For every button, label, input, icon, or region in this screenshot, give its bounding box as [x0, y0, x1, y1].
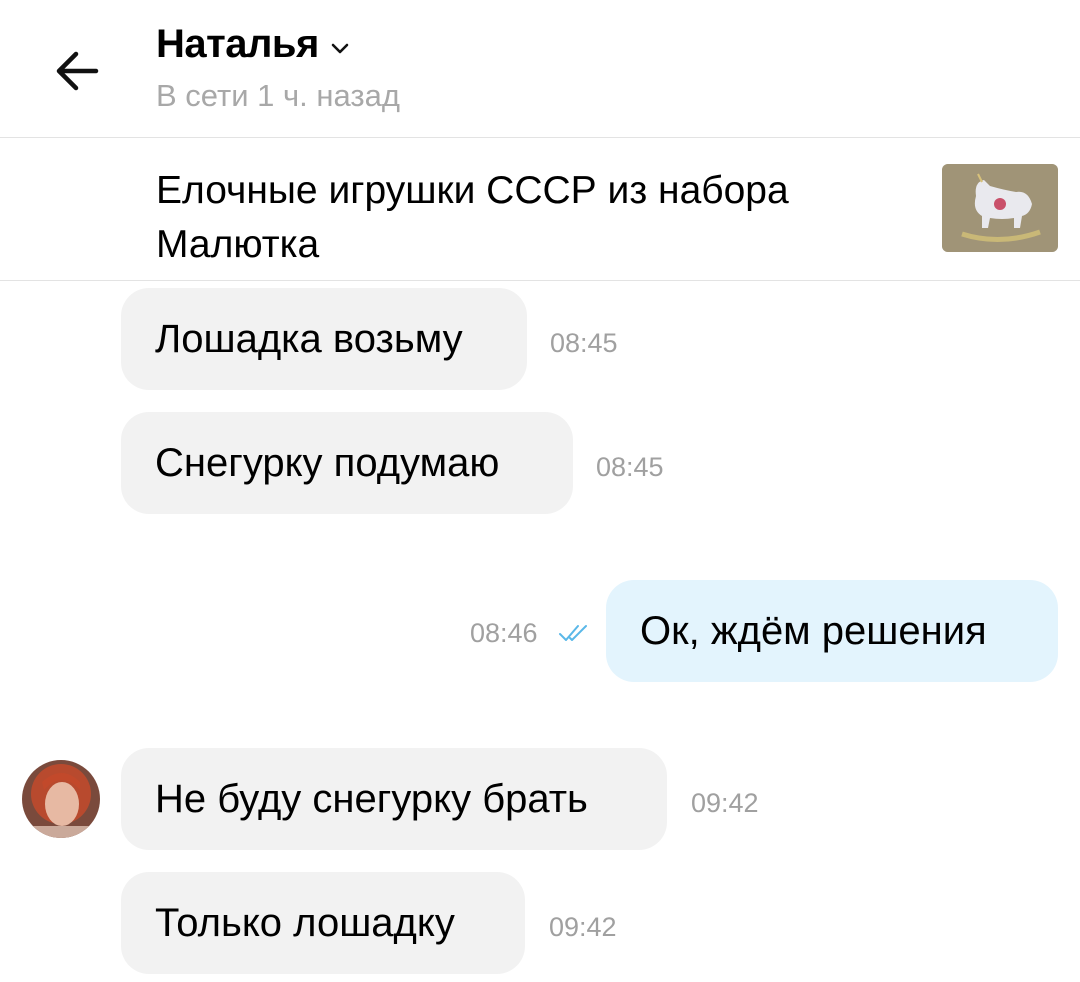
- message-bubble[interactable]: Ок, ждём решения: [606, 580, 1058, 682]
- message-text: Не буду снегурку брать: [155, 776, 588, 821]
- message-text: Лошадка возьму: [155, 316, 463, 361]
- message-time: 08:45: [596, 452, 664, 482]
- message-text: Только лошадку: [155, 900, 455, 945]
- message-time: 09:42: [549, 912, 617, 942]
- message-time: 09:42: [691, 788, 759, 818]
- listing-title: Елочные игрушки СССР из набора Малютка: [156, 169, 789, 266]
- message-time: 08:45: [550, 328, 618, 358]
- read-checkmarks-icon: [559, 625, 587, 641]
- chevron-down-icon: [331, 43, 349, 53]
- contact-name-dropdown[interactable]: Наталья: [156, 22, 351, 67]
- message-text: Снегурку подумаю: [155, 440, 500, 485]
- message-bubble[interactable]: Только лошадку: [121, 872, 525, 974]
- chat-header: Наталья В сети 1 ч. назад: [0, 0, 1080, 138]
- online-status: В сети 1 ч. назад: [156, 78, 400, 113]
- listing-bar[interactable]: Елочные игрушки СССР из набора Малютка: [0, 138, 1080, 281]
- contact-name: Наталья: [156, 22, 319, 66]
- message-bubble[interactable]: Снегурку подумаю: [121, 412, 573, 514]
- contact-avatar[interactable]: [22, 760, 100, 838]
- message-bubble[interactable]: Не буду снегурку брать: [121, 748, 667, 850]
- message-bubble[interactable]: Лошадка возьму: [121, 288, 527, 390]
- listing-thumbnail[interactable]: [942, 164, 1058, 252]
- message-text: Ок, ждём решения: [640, 608, 987, 653]
- message-time: 08:46: [470, 618, 538, 648]
- back-arrow-icon[interactable]: [50, 44, 104, 98]
